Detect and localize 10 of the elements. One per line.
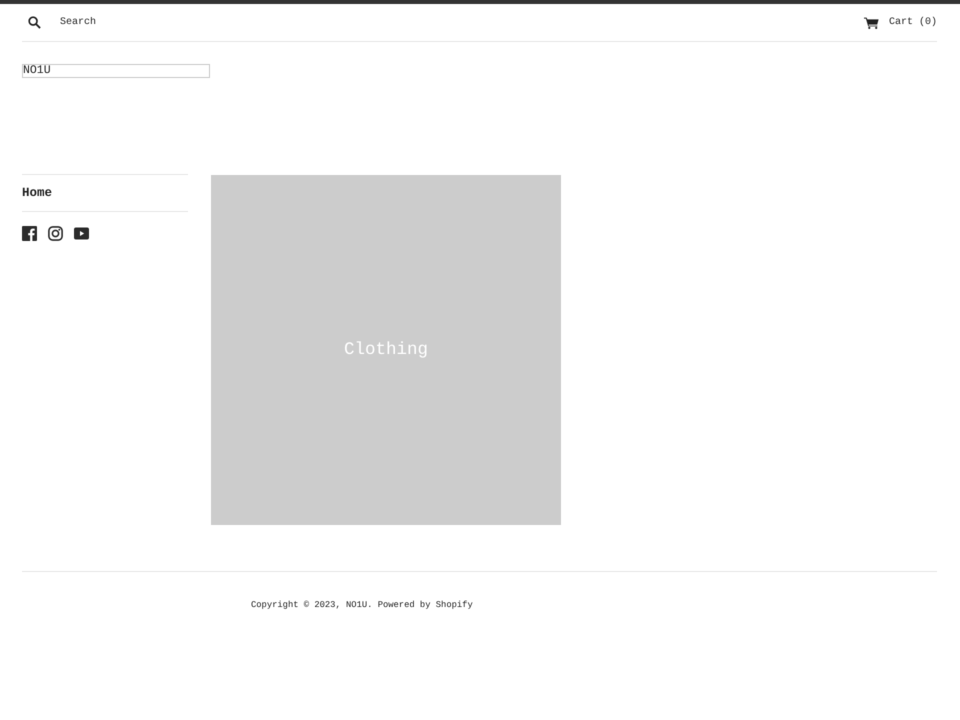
cart-link[interactable]: Cart (0) — [864, 16, 937, 28]
facebook-icon[interactable] — [22, 226, 37, 241]
search-icon[interactable] — [28, 16, 41, 29]
copyright-text: Copyright © 2023, NO1U. Powered by Shopify — [251, 600, 473, 610]
logo-link[interactable]: NO1U — [22, 64, 210, 78]
search-field[interactable]: Search — [60, 16, 200, 30]
youtube-icon[interactable] — [74, 226, 89, 241]
nav-link[interactable]: Home — [22, 185, 188, 202]
instagram-icon[interactable] — [48, 226, 63, 241]
cart-icon — [864, 16, 879, 28]
